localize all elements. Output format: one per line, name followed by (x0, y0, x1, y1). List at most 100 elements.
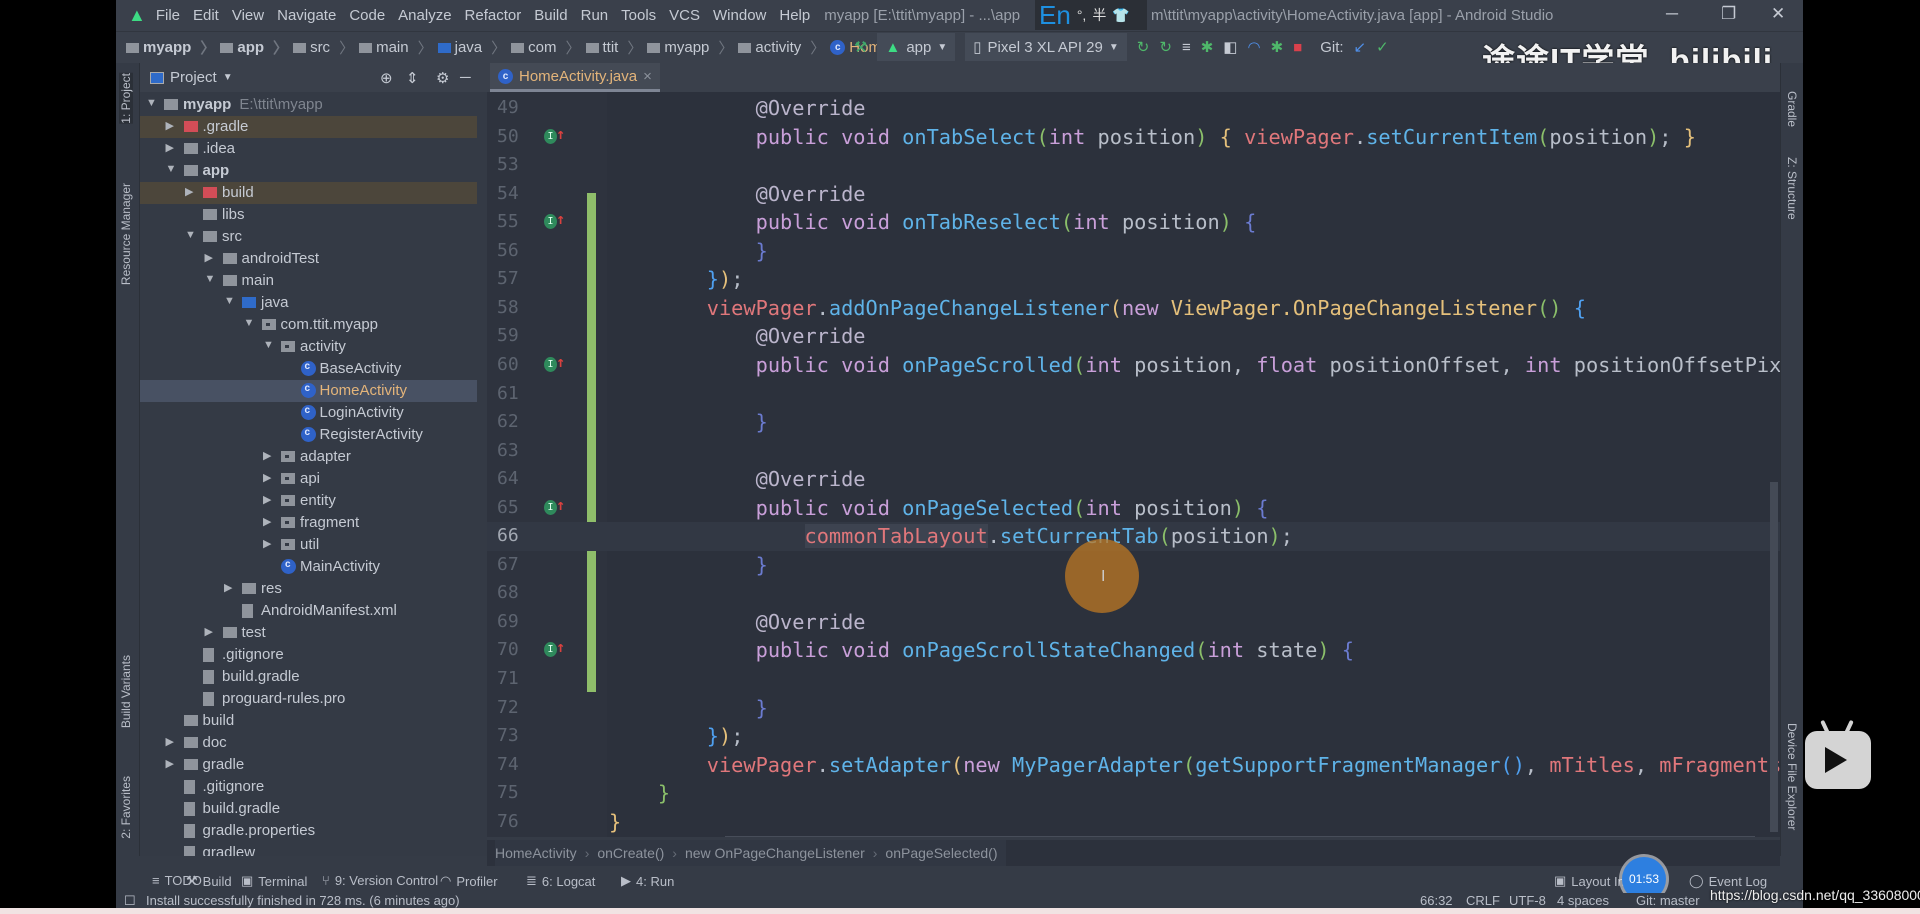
editor-breadcrumb-item[interactable]: onPageSelected() (885, 845, 997, 861)
menu-vcs[interactable]: VCS (669, 7, 700, 24)
tree-item-activity[interactable]: ▼ activity (140, 336, 477, 358)
project-view-dropdown[interactable]: Project (170, 69, 217, 86)
tree-item-main[interactable]: ▼ main (140, 270, 477, 292)
tree-item-build-gradle[interactable]: build.gradle (140, 666, 477, 688)
code-line[interactable]: 50 I ↑ public void onTabSelect(int position… (487, 123, 1780, 152)
close-button[interactable]: ✕ (1771, 4, 1785, 24)
tree-item-util[interactable]: ▶ util (140, 534, 477, 556)
code-line[interactable]: 76} (487, 808, 1780, 837)
code-line[interactable]: 64 @Override (487, 465, 1780, 494)
gear-icon[interactable]: ⚙ (436, 69, 449, 87)
tree-item-res[interactable]: ▶ res (140, 578, 477, 600)
tree-item-java[interactable]: ▼ java (140, 292, 477, 314)
editor-breadcrumb-item[interactable]: onCreate() (597, 845, 664, 861)
line-separator[interactable]: CRLF (1466, 893, 1500, 908)
file-encoding[interactable]: UTF-8 (1509, 893, 1546, 908)
run-config-dropdown[interactable]: ▲ app ▼ (877, 33, 956, 61)
layout-inspector-button[interactable]: ▣ Layout In (1554, 873, 1625, 889)
favorites-tool-button[interactable]: 2: Favorites (119, 776, 133, 839)
tab-home-activity-java[interactable]: c HomeActivity.java × (490, 63, 660, 92)
override-up-arrow-icon[interactable]: ↑ (556, 125, 565, 143)
tree-item-com-ttit-myapp[interactable]: ▼ com.ttit.myapp (140, 314, 477, 336)
override-up-arrow-icon[interactable]: ↑ (556, 210, 565, 228)
expand-arrow-right-icon[interactable]: ▶ (166, 141, 174, 154)
horizontal-scrollbar[interactable] (725, 836, 1755, 837)
code-line[interactable]: 74 viewPager.setAdapter(new MyPagerAdapte… (487, 751, 1780, 780)
menu-run[interactable]: Run (581, 7, 609, 24)
tree-item-homeactivity[interactable]: HomeActivity (140, 380, 477, 402)
project-tool-button[interactable]: 1: Project (119, 73, 133, 124)
menu-code[interactable]: Code (349, 7, 385, 24)
nav-crumb-myapp[interactable]: myapp 〉 (126, 37, 220, 58)
code-line[interactable]: 62} (487, 408, 1780, 437)
expand-arrow-down-icon[interactable]: ▼ (244, 317, 255, 329)
code-line[interactable]: 73}); (487, 722, 1780, 751)
code-line[interactable]: 49 @Override (487, 94, 1780, 123)
tree-item-api[interactable]: ▶ api (140, 468, 477, 490)
stop-icon[interactable]: ■ (1293, 39, 1302, 56)
nav-crumb-main[interactable]: main 〉 (359, 37, 438, 58)
code-line[interactable]: 70 I ↑ public void onPageScrollStateChanged… (487, 636, 1780, 665)
device-file-explorer-tool-button[interactable]: Device File Explorer (1785, 723, 1799, 830)
menu-edit[interactable]: Edit (193, 7, 219, 24)
nav-crumb-ttit[interactable]: ttit 〉 (585, 37, 648, 58)
code-line[interactable]: 75} (487, 779, 1780, 808)
menu-view[interactable]: View (232, 7, 264, 24)
vertical-scrollbar[interactable] (1770, 482, 1778, 832)
tree-item-loginactivity[interactable]: LoginActivity (140, 402, 477, 424)
menu-file[interactable]: File (156, 7, 180, 24)
expand-arrow-right-icon[interactable]: ▶ (205, 251, 213, 264)
indent-setting[interactable]: 4 spaces (1557, 893, 1609, 908)
apply-code-changes-icon[interactable]: ↻ (1159, 38, 1172, 56)
menu-analyze[interactable]: Analyze (398, 7, 451, 24)
tree-item-gradle-properties[interactable]: gradle.properties (140, 820, 477, 842)
menu-help[interactable]: Help (779, 7, 810, 24)
git-branch[interactable]: Git: master (1636, 893, 1700, 908)
tree-item-idea[interactable]: ▶ .idea (140, 138, 477, 160)
menu-refactor[interactable]: Refactor (465, 7, 522, 24)
git-update-icon[interactable]: ↙ (1354, 38, 1367, 56)
editor-breadcrumb-item[interactable]: new OnPageChangeListener (685, 845, 865, 861)
tree-item-adapter[interactable]: ▶ adapter (140, 446, 477, 468)
nav-crumb-activity[interactable]: activity 〉 (738, 37, 830, 58)
tool-window-logcat[interactable]: ≣ 6: Logcat (526, 873, 595, 889)
status-message[interactable]: Install successfully finished in 728 ms.… (146, 893, 460, 908)
code-line[interactable]: 57}); (487, 265, 1780, 294)
tool-window-profiler[interactable]: ◠ Profiler (440, 873, 498, 889)
code-line[interactable]: 71 (487, 665, 1780, 694)
expand-arrow-right-icon[interactable]: ▶ (166, 757, 174, 770)
override-up-arrow-icon[interactable]: ↑ (556, 638, 565, 656)
debug-icon[interactable]: ✱ (1201, 38, 1214, 56)
tree-item-fragment[interactable]: ▶ fragment (140, 512, 477, 534)
restore-button[interactable]: ❐ (1721, 4, 1736, 24)
tool-window-build[interactable]: ⚒ Build (186, 873, 232, 889)
expand-arrow-right-icon[interactable]: ▶ (263, 471, 271, 484)
tool-window-run[interactable]: ▶ 4: Run (621, 873, 674, 889)
expand-arrow-down-icon[interactable]: ▼ (263, 339, 274, 351)
collapse-all-icon[interactable]: ⇕ (406, 69, 419, 87)
code-line[interactable]: 56} (487, 237, 1780, 266)
expand-arrow-down-icon[interactable]: ▼ (146, 97, 157, 109)
hide-panel-icon[interactable]: ─ (460, 69, 471, 86)
editor-breadcrumb-item[interactable]: HomeActivity (495, 845, 577, 861)
code-line[interactable]: 61 (487, 380, 1780, 409)
close-tab-icon[interactable]: × (643, 68, 652, 85)
code-line[interactable]: 65 I ↑ public void onPageSelected(int posit… (487, 494, 1780, 523)
tree-item-libs[interactable]: libs (140, 204, 477, 226)
menu-build[interactable]: Build (534, 7, 567, 24)
tree-item-myapp[interactable]: ▼ myapp E:\ttit\myapp (140, 94, 477, 116)
chevron-down-icon[interactable]: ▼ (223, 72, 233, 83)
code-line[interactable]: 63 (487, 437, 1780, 466)
tree-item-baseactivity[interactable]: BaseActivity (140, 358, 477, 380)
status-toggle-icon[interactable]: ☐ (124, 893, 136, 908)
expand-arrow-down-icon[interactable]: ▼ (224, 295, 235, 307)
tree-item-androidtest[interactable]: ▶ androidTest (140, 248, 477, 270)
tree-item-gradlew[interactable]: gradlew (140, 842, 477, 856)
debug-attach-icon[interactable]: ✱ (1271, 38, 1284, 56)
tree-item-gitignore[interactable]: .gitignore (140, 644, 477, 666)
locate-file-icon[interactable]: ⊕ (380, 69, 393, 87)
nav-crumb-app[interactable]: app 〉 (220, 37, 293, 58)
expand-arrow-right-icon[interactable]: ▶ (263, 537, 271, 550)
nav-crumb-src[interactable]: src 〉 (293, 37, 359, 58)
minimize-button[interactable]: ─ (1666, 4, 1678, 24)
